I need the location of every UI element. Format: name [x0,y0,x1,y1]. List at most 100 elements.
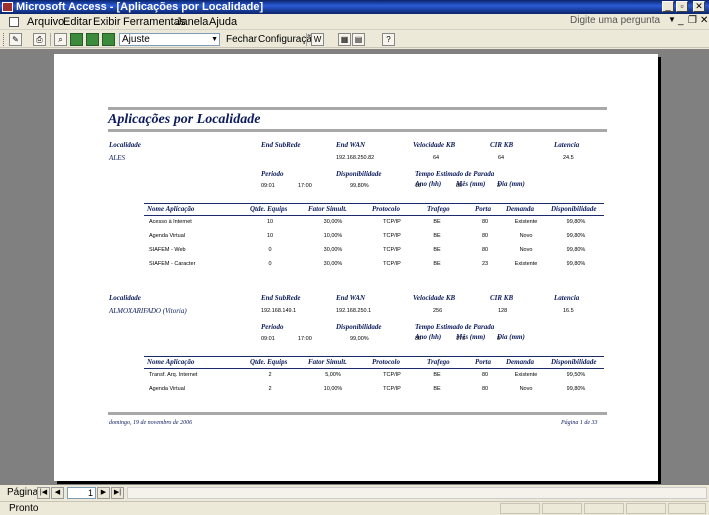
next-page-button[interactable]: ▶ [97,487,110,499]
table-header-rule-bottom [144,368,604,369]
status-panel [626,503,666,514]
table-cell: Existente [514,219,538,225]
status-panel [500,503,540,514]
cir-value: 128 [498,308,508,314]
access-app-icon [2,2,13,12]
footer-rule [108,412,607,415]
menu-janela[interactable]: Janela [176,16,208,28]
column-header: Porta [475,358,491,366]
previous-page-button[interactable]: ◀ [51,487,64,499]
one-page-icon[interactable] [70,33,83,46]
table-cell: Agenda Virtual [149,233,185,239]
table-cell: 80 [481,247,489,253]
menu-editar[interactable]: Editar [63,16,92,28]
tempo-parada-label: Tempo Estimado de Parada [415,170,495,178]
view-icon[interactable]: ✎ [9,33,22,46]
column-header: Qtde. Equips [250,358,288,366]
status-panel [668,503,706,514]
help-icon[interactable]: ? [382,33,395,46]
toolbar-separator [306,33,307,46]
localidade-label: Localidade [109,294,141,302]
table-cell: BE [433,261,441,267]
first-page-button[interactable]: |◀ [37,487,50,499]
close-button[interactable]: ✕ [693,1,705,12]
column-header: Nome Aplicação [147,205,195,213]
toolbar-grip[interactable] [3,33,6,46]
toolbar-separator [50,33,51,46]
latencia-label: Latencia [554,294,580,302]
child-restore-button[interactable]: ❐ [688,15,697,26]
periodo-inicio-value: 09:01 [261,336,275,342]
child-minimize-button[interactable]: _ [678,15,684,26]
table-cell: Existente [514,372,538,378]
horizontal-scrollbar[interactable] [127,487,707,499]
table-cell: BE [433,219,441,225]
table-cell: 2 [268,386,272,392]
print-icon[interactable]: ⎙ [33,33,46,46]
menu-exibir[interactable]: Exibir [93,16,121,28]
zoom-value: Ajuste [122,34,150,45]
column-header: Trafego [427,358,450,366]
cir-label: CIR KB [490,294,514,302]
menu-ajuda[interactable]: Ajuda [209,16,237,28]
maximize-button[interactable]: ▫ [676,1,688,12]
close-preview-button[interactable]: Fechar [226,34,257,45]
table-cell: 99,80% [566,233,586,239]
window-title: Microsoft Access - [Aplicações por Local… [16,1,264,13]
end-wan-label: End WAN [336,294,366,302]
zoom-select[interactable]: Ajuste ▼ [119,33,220,46]
table-cell: 80 [481,219,489,225]
table-cell: TCP/IP [383,247,401,253]
table-cell: TCP/IP [383,386,401,392]
table-cell: BE [433,247,441,253]
column-header: Porta [475,205,491,213]
dia-value: 8 [497,336,501,342]
help-dropdown-icon[interactable]: ▼ [668,15,676,24]
last-page-button[interactable]: ▶| [111,487,124,499]
table-cell: 23 [481,261,489,267]
table-cell: Novo [519,386,533,392]
chevron-down-icon: ▼ [211,36,218,43]
help-question-input[interactable]: Digite uma pergunta [570,15,670,28]
table-cell: 0 [268,261,272,267]
table-cell: TCP/IP [383,219,401,225]
column-header: Demanda [506,358,534,366]
localidade-label: Localidade [109,141,141,149]
page-setup-button[interactable]: Configuração [258,34,317,45]
child-close-button[interactable]: ✕ [700,15,708,26]
two-pages-icon[interactable] [86,33,99,46]
minimize-button[interactable]: _ [662,1,674,12]
table-cell: SIAFEM - Caracter [149,261,196,267]
preview-workspace[interactable]: Aplicações por Localidade Localidade End … [0,49,709,485]
table-cell: 10 [266,233,274,239]
column-header: Demanda [506,205,534,213]
page-number-input[interactable]: 1 [67,487,96,499]
periodo-label: Periodo [261,170,284,178]
periodo-label: Periodo [261,323,284,331]
title-bar: Microsoft Access - [Aplicações por Local… [0,0,709,14]
end-subrede-label: End SubRede [261,141,301,149]
zoom-icon[interactable]: ⌕ [54,33,67,46]
table-cell: 80 [481,372,489,378]
table-cell: SIAFEM - Web [149,247,186,253]
table-cell: TCP/IP [383,233,401,239]
multiple-pages-icon[interactable] [102,33,115,46]
table-cell: 10 [266,219,274,225]
title-rule-bottom [108,129,607,132]
document-icon[interactable] [9,17,19,27]
database-window-icon[interactable]: ▦ [338,33,351,46]
column-header: Trafego [427,205,450,213]
status-text: Pronto [9,503,39,514]
office-links-icon[interactable]: W [311,33,324,46]
status-panel [584,503,624,514]
new-object-icon[interactable]: ▤ [352,33,365,46]
column-header: Fator Simult. [308,205,347,213]
wan-value: 192.168.250.82 [336,155,375,161]
periodo-inicio-value: 09:01 [261,183,275,189]
footer-date: domingo, 19 de novembro de 2006 [109,420,193,426]
table-cell: BE [433,372,441,378]
menu-arquivo[interactable]: Arquivo [27,16,64,28]
table-cell: Transf. Arq. Internet [149,372,198,378]
tempo-parada-label: Tempo Estimado de Parada [415,323,495,331]
velocidade-label: Velocidade KB [413,141,456,149]
